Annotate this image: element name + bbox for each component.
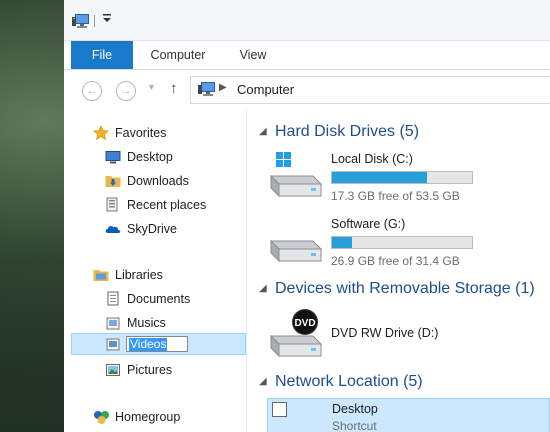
explorer-window: File Computer View ← → ▼ ↑ ▶ Computer Fa… — [64, 0, 550, 432]
back-button[interactable]: ← — [82, 81, 102, 101]
computer-icon — [198, 82, 216, 99]
nav-libraries[interactable]: Libraries — [93, 265, 233, 285]
rename-input[interactable]: Videos — [126, 336, 188, 352]
drive-name: Software (G:) — [331, 217, 406, 231]
pictures-icon — [105, 362, 121, 384]
homegroup-icon — [93, 409, 111, 431]
tab-view[interactable]: View — [236, 41, 270, 69]
libraries-icon — [93, 267, 109, 289]
rename-selected-text: Videos — [129, 337, 168, 351]
title-bar — [64, 0, 550, 41]
drive-usage-bar — [331, 171, 473, 184]
nav-item-musics[interactable]: Musics — [105, 313, 235, 333]
network-item-type: Shortcut — [332, 419, 377, 432]
arrow-right-icon: → — [120, 85, 132, 97]
skydrive-icon — [105, 221, 121, 243]
windows-system-drive-icon — [267, 152, 323, 201]
videos-icon — [105, 336, 121, 355]
dvd-disc-label: DVD — [294, 318, 315, 329]
nav-item-downloads[interactable]: Downloads — [105, 171, 235, 191]
breadcrumb-chevron-icon[interactable]: ▶ — [219, 82, 227, 93]
recent-places-icon — [105, 197, 121, 219]
recent-locations-dropdown-icon[interactable]: ▼ — [147, 82, 156, 92]
content-pane: ◢ Hard Disk Drives (5) Local Disk (C:) 1… — [247, 108, 550, 432]
star-icon — [93, 125, 109, 147]
drive-name: Local Disk (C:) — [331, 152, 413, 166]
up-arrow-icon[interactable]: ↑ — [170, 80, 178, 97]
drive-free-space: 17.3 GB free of 53.5 GB — [331, 189, 460, 203]
nav-item-desktop[interactable]: Desktop — [105, 147, 235, 167]
nav-item-documents[interactable]: Documents — [105, 289, 235, 309]
tab-computer[interactable]: Computer — [148, 41, 208, 69]
collapse-arrow-icon: ◢ — [259, 126, 267, 137]
drive-name: DVD RW Drive (D:) — [331, 326, 439, 340]
downloads-folder-icon — [105, 173, 121, 195]
toolbar-separator — [94, 15, 95, 27]
breadcrumb-computer[interactable]: Computer — [237, 82, 294, 97]
dvd-drive-icon: DVD — [267, 308, 323, 361]
nav-homegroup[interactable]: Homegroup — [93, 407, 233, 427]
arrow-left-icon: ← — [86, 85, 98, 97]
collapse-arrow-icon: ◢ — [259, 283, 267, 294]
navigation-bar: ← → ▼ ↑ ▶ Computer — [64, 70, 550, 108]
collapse-arrow-icon: ◢ — [259, 376, 267, 387]
drive-dvd-rw-d[interactable]: DVD DVD RW Drive (D:) — [267, 308, 547, 360]
documents-icon — [105, 291, 121, 313]
hard-drive-icon — [267, 217, 323, 266]
network-item-name: Desktop — [332, 402, 378, 416]
address-bar[interactable]: ▶ Computer — [190, 76, 550, 104]
computer-icon[interactable] — [72, 14, 90, 31]
drive-usage-bar — [331, 236, 473, 249]
nav-favorites[interactable]: Favorites — [93, 123, 233, 143]
tab-file[interactable]: File — [71, 41, 133, 69]
nav-item-skydrive[interactable]: SkyDrive — [105, 219, 235, 239]
drive-usage-fill — [332, 237, 353, 248]
network-item-desktop[interactable]: Desktop Shortcut — [267, 398, 550, 432]
drive-usage-fill — [332, 172, 427, 183]
item-checkbox[interactable] — [272, 402, 287, 417]
drive-software-g[interactable]: Software (G:) 26.9 GB free of 31.4 GB — [267, 217, 547, 269]
forward-button[interactable]: → — [116, 81, 136, 101]
customize-toolbar-dropdown-icon[interactable] — [102, 12, 112, 27]
nav-item-videos[interactable]: Videos — [71, 333, 246, 355]
nav-item-pictures[interactable]: Pictures — [105, 360, 235, 380]
nav-item-recent-places[interactable]: Recent places — [105, 195, 235, 215]
ribbon-tabs: File Computer View — [64, 41, 550, 70]
drive-free-space: 26.9 GB free of 31.4 GB — [331, 254, 460, 268]
navigation-pane: Favorites Desktop Downloads Recent place… — [64, 108, 246, 432]
desktop-icon — [105, 149, 121, 171]
drive-local-disk-c[interactable]: Local Disk (C:) 17.3 GB free of 53.5 GB — [267, 152, 547, 204]
